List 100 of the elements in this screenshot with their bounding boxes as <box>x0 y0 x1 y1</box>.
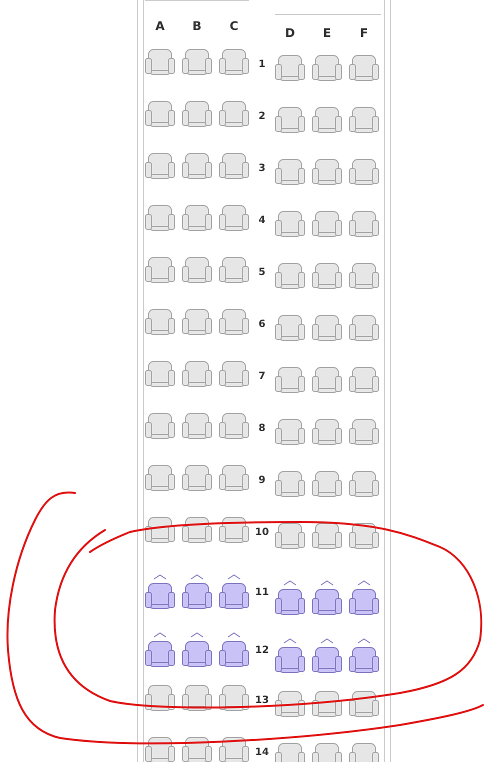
seat-icon[interactable] <box>349 523 379 549</box>
seat-icon[interactable] <box>275 55 305 81</box>
seat-icon[interactable] <box>275 691 305 717</box>
seat-icon[interactable] <box>219 737 249 762</box>
seat-icon[interactable] <box>312 471 342 497</box>
seat-icon[interactable] <box>145 309 175 335</box>
seat-icon[interactable] <box>182 737 212 762</box>
seat-icon[interactable] <box>145 685 175 711</box>
seat-icon[interactable] <box>219 517 249 543</box>
row-number: 4 <box>258 215 266 227</box>
seat-icon[interactable] <box>219 361 249 387</box>
seat-icon[interactable] <box>349 367 379 393</box>
seat-icon[interactable] <box>312 419 342 445</box>
seat-icon[interactable] <box>145 465 175 491</box>
seat-icon[interactable] <box>145 205 175 231</box>
row-number: 10 <box>254 527 270 539</box>
seat-icon[interactable] <box>145 153 175 179</box>
seat-icon[interactable] <box>182 153 212 179</box>
seat-icon[interactable] <box>312 263 342 289</box>
seat-icon[interactable] <box>219 573 249 609</box>
column-letter: E <box>322 26 332 42</box>
seat-icon[interactable] <box>312 691 342 717</box>
seat-icon[interactable] <box>349 55 379 81</box>
seat-icon[interactable] <box>182 361 212 387</box>
seat-icon[interactable] <box>182 257 212 283</box>
seat-icon[interactable] <box>145 573 175 609</box>
seat-icon[interactable] <box>182 465 212 491</box>
seat-icon[interactable] <box>275 159 305 185</box>
row-number: 5 <box>258 267 266 279</box>
seat-icon[interactable] <box>312 55 342 81</box>
seat-icon[interactable] <box>182 205 212 231</box>
seat-icon[interactable] <box>349 691 379 717</box>
seat-icon[interactable] <box>312 637 342 673</box>
seat-icon[interactable] <box>312 367 342 393</box>
column-letter: C <box>228 19 240 35</box>
seat-icon[interactable] <box>145 413 175 439</box>
seat-icon[interactable] <box>219 309 249 335</box>
seat-icon[interactable] <box>349 263 379 289</box>
seat-icon[interactable] <box>182 413 212 439</box>
seat-icon[interactable] <box>182 573 212 609</box>
seat-icon[interactable] <box>145 361 175 387</box>
seat-icon[interactable] <box>275 419 305 445</box>
row-number: 14 <box>254 747 270 759</box>
seat-icon[interactable] <box>275 315 305 341</box>
seat-icon[interactable] <box>312 107 342 133</box>
seat-icon[interactable] <box>219 257 249 283</box>
seat-icon[interactable] <box>312 579 342 615</box>
row-number: 7 <box>258 371 266 383</box>
seat-icon[interactable] <box>312 211 342 237</box>
seat-icon[interactable] <box>145 517 175 543</box>
seat-icon[interactable] <box>349 579 379 615</box>
column-letter: A <box>154 19 166 35</box>
seat-icon[interactable] <box>349 159 379 185</box>
seat-icon[interactable] <box>349 637 379 673</box>
seat-icon[interactable] <box>312 523 342 549</box>
seat-icon[interactable] <box>349 107 379 133</box>
seat-icon[interactable] <box>145 631 175 667</box>
seat-icon[interactable] <box>219 49 249 75</box>
seat-icon[interactable] <box>219 153 249 179</box>
seat-icon[interactable] <box>219 685 249 711</box>
seat-icon[interactable] <box>349 315 379 341</box>
seat-icon[interactable] <box>275 743 305 762</box>
seat-icon[interactable] <box>349 211 379 237</box>
seat-icon[interactable] <box>182 685 212 711</box>
column-letter: B <box>191 19 203 35</box>
column-letter: D <box>284 26 296 42</box>
seat-icon[interactable] <box>182 631 212 667</box>
seat-icon[interactable] <box>349 743 379 762</box>
column-letter: F <box>358 26 370 42</box>
seat-icon[interactable] <box>275 637 305 673</box>
seat-icon[interactable] <box>182 309 212 335</box>
seat-icon[interactable] <box>219 413 249 439</box>
seat-icon[interactable] <box>275 579 305 615</box>
seat-icon[interactable] <box>275 523 305 549</box>
seat-icon[interactable] <box>275 107 305 133</box>
seat-icon[interactable] <box>145 257 175 283</box>
seat-icon[interactable] <box>219 465 249 491</box>
seat-icon[interactable] <box>312 159 342 185</box>
row-number: 6 <box>258 319 266 331</box>
seat-icon[interactable] <box>275 211 305 237</box>
seat-icon[interactable] <box>145 737 175 762</box>
seat-icon[interactable] <box>219 631 249 667</box>
row-number: 8 <box>258 423 266 435</box>
seat-icon[interactable] <box>349 471 379 497</box>
seat-icon[interactable] <box>145 101 175 127</box>
row-number: 2 <box>258 111 266 123</box>
seat-icon[interactable] <box>349 419 379 445</box>
seat-icon[interactable] <box>275 263 305 289</box>
row-number: 11 <box>254 587 270 599</box>
seat-icon[interactable] <box>275 471 305 497</box>
seat-icon[interactable] <box>312 743 342 762</box>
seat-icon[interactable] <box>219 101 249 127</box>
seat-icon[interactable] <box>219 205 249 231</box>
seat-icon[interactable] <box>182 517 212 543</box>
seat-icon[interactable] <box>145 49 175 75</box>
seat-icon[interactable] <box>312 315 342 341</box>
row-number: 1 <box>258 59 266 71</box>
seat-icon[interactable] <box>182 101 212 127</box>
seat-icon[interactable] <box>182 49 212 75</box>
seat-icon[interactable] <box>275 367 305 393</box>
